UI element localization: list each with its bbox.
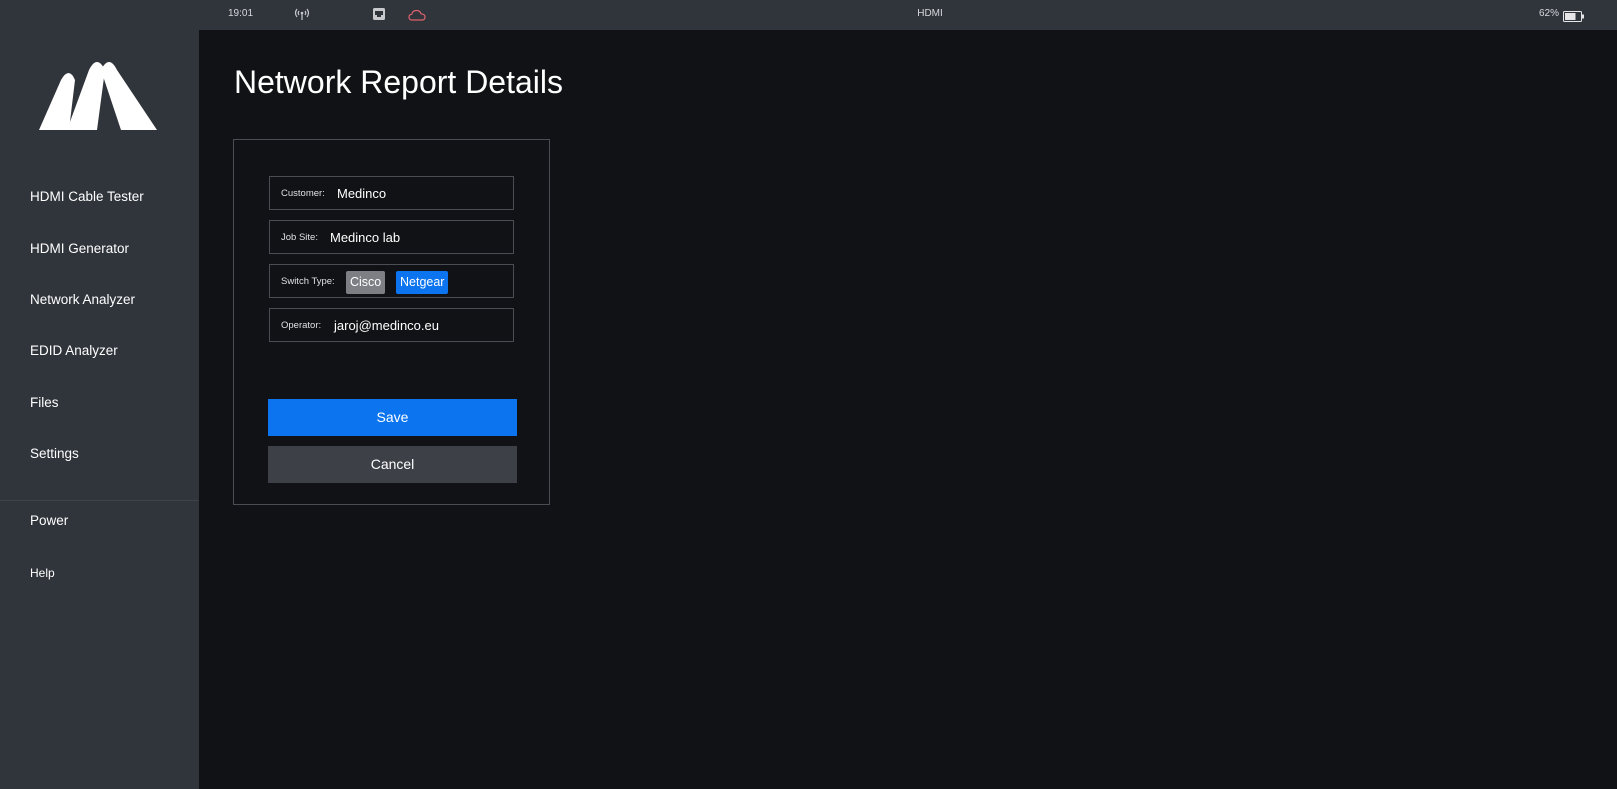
customer-label: Customer:	[281, 188, 325, 199]
network-icon	[372, 7, 386, 21]
operator-label: Operator:	[281, 320, 322, 331]
battery-icon	[1563, 9, 1585, 22]
switch-type-field: Switch Type: Cisco Netgear	[269, 264, 514, 298]
app-window: 19:01 HDMI 62% HDMI Cable Tester HDMI Ge…	[0, 0, 1617, 789]
sidebar-divider	[0, 500, 199, 501]
sidebar: HDMI Cable Tester HDMI Generator Network…	[0, 30, 199, 789]
brand-logo	[39, 58, 157, 132]
cloud-icon	[408, 8, 426, 21]
sidebar-item-network-analyzer[interactable]: Network Analyzer	[30, 292, 135, 307]
job-site-input[interactable]: Medinco lab	[330, 230, 490, 245]
battery-percent: 62%	[1539, 8, 1560, 19]
sidebar-item-power[interactable]: Power	[30, 513, 68, 528]
switch-option-cisco[interactable]: Cisco	[346, 271, 386, 294]
cancel-button[interactable]: Cancel	[268, 446, 517, 483]
status-time: 19:01	[228, 8, 254, 19]
customer-input[interactable]: Medinco	[337, 186, 497, 201]
customer-field[interactable]: Customer: Medinco	[269, 176, 514, 210]
sidebar-item-edid-analyzer[interactable]: EDID Analyzer	[30, 343, 118, 358]
switch-type-label: Switch Type:	[281, 276, 335, 287]
save-button[interactable]: Save	[268, 399, 517, 436]
wifi-icon	[294, 7, 310, 21]
operator-field[interactable]: Operator: jaroj@medinco.eu	[269, 308, 514, 342]
job-site-label: Job Site:	[281, 232, 318, 243]
status-bar: 19:01 HDMI 62%	[0, 0, 1617, 30]
page-title: Network Report Details	[234, 64, 563, 100]
sidebar-item-hdmi-generator[interactable]: HDMI Generator	[30, 241, 129, 256]
operator-input[interactable]: jaroj@medinco.eu	[334, 318, 494, 333]
sidebar-item-help[interactable]: Help	[30, 566, 55, 580]
sidebar-item-settings[interactable]: Settings	[30, 446, 79, 461]
switch-option-netgear[interactable]: Netgear	[396, 271, 449, 294]
job-site-field[interactable]: Job Site: Medinco lab	[269, 220, 514, 254]
report-form: Customer: Medinco Job Site: Medinco lab …	[233, 139, 550, 505]
sidebar-item-hdmi-cable-tester[interactable]: HDMI Cable Tester	[30, 189, 144, 204]
sidebar-item-files[interactable]: Files	[30, 395, 59, 410]
status-source: HDMI	[917, 8, 943, 19]
